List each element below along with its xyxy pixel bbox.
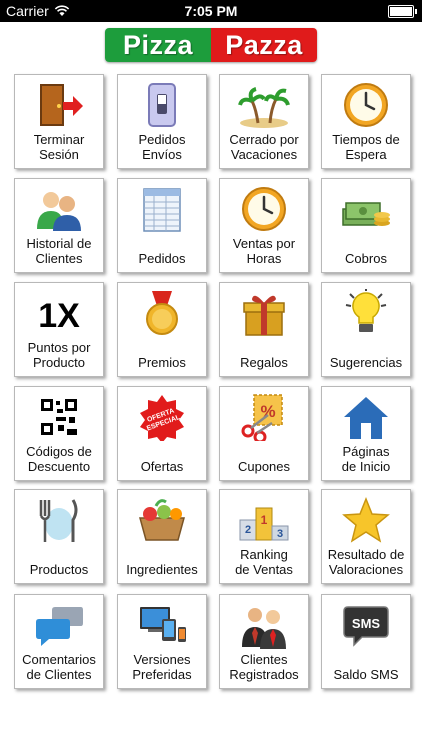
menu-tile-17[interactable]: Productos: [14, 489, 104, 584]
menu-tile-12[interactable]: Sugerencias: [321, 282, 411, 377]
menu-tile-3[interactable]: Cerrado por Vacaciones: [219, 74, 309, 169]
logo-part-2: Pazza: [211, 28, 317, 62]
switch-icon: [134, 80, 190, 130]
battery-icon: [388, 5, 417, 18]
home-icon: [338, 392, 394, 442]
chat-bubbles-icon: [31, 600, 87, 650]
clock-icon: [236, 184, 292, 234]
menu-tile-label: Tiempos de Espera: [332, 132, 400, 162]
svg-text:2: 2: [245, 524, 251, 536]
menu-tile-label: Cobros: [345, 251, 387, 266]
palm-island-icon: [236, 80, 292, 130]
menu-tile-label: Páginas de Inicio: [341, 444, 391, 474]
menu-tile-label: Clientes Registrados: [229, 652, 299, 682]
menu-grid: Terminar Sesión Pedidos Envíos Cerrado por…: [14, 74, 411, 690]
menu-tile-24[interactable]: SMS Saldo SMS: [321, 594, 411, 689]
menu-tile-16[interactable]: Páginas de Inicio: [321, 386, 411, 481]
star-icon: [338, 495, 394, 545]
vegetable-basket-icon: [134, 495, 190, 545]
menu-tile-label: Puntos por Producto: [27, 340, 91, 370]
menu-tile-22[interactable]: Versiones Preferidas: [117, 594, 207, 689]
one-x-text: 1X: [38, 297, 80, 335]
business-people-icon: [236, 600, 292, 650]
menu-tile-label: Ingredientes: [126, 562, 198, 577]
devices-icon: [134, 600, 190, 650]
menu-tile-10[interactable]: Premios: [117, 282, 207, 377]
offer-badge-icon: OFERTA ESPECIAL: [134, 392, 190, 442]
menu-tile-2[interactable]: Pedidos Envíos: [117, 74, 207, 169]
menu-tile-5[interactable]: Historial de Clientes: [14, 178, 104, 273]
menu-tile-label: Pedidos Envíos: [138, 132, 186, 162]
menu-tile-label: Cupones: [237, 459, 291, 474]
medal-icon: [134, 288, 190, 338]
menu-tile-6[interactable]: Pedidos: [117, 178, 207, 273]
menu-tile-label: Regalos: [240, 355, 288, 370]
menu-tile-label: Resultado de Valoraciones: [327, 547, 405, 577]
pizza-pazza-logo: Pizza Pazza: [105, 28, 317, 62]
menu-tile-7[interactable]: Ventas por Horas: [219, 178, 309, 273]
svg-text:1: 1: [261, 513, 268, 527]
menu-tile-label: Productos: [29, 562, 89, 577]
menu-tile-label: Ofertas: [140, 459, 184, 474]
menu-tile-9[interactable]: 1X Puntos por Producto: [14, 282, 104, 377]
svg-text:SMS: SMS: [352, 616, 381, 631]
status-bar: Carrier 7:05 PM: [0, 0, 422, 22]
menu-tile-label: Premios: [138, 355, 186, 370]
sms-bubble-icon: SMS: [338, 600, 394, 650]
menu-tile-label: Terminar Sesión: [33, 132, 85, 162]
menu-tile-20[interactable]: Resultado de Valoraciones: [321, 489, 411, 584]
menu-tile-label: Comentarios de Clientes: [22, 652, 96, 682]
menu-tile-label: Cerrado por Vacaciones: [229, 132, 299, 162]
menu-tile-23[interactable]: Clientes Registrados: [219, 594, 309, 689]
users-icon: [31, 184, 87, 234]
menu-tile-label: Saldo SMS: [333, 667, 399, 682]
menu-tile-11[interactable]: Regalos: [219, 282, 309, 377]
spreadsheet-icon: [134, 184, 190, 234]
clock-time: 7:05 PM: [184, 3, 238, 19]
menu-tile-18[interactable]: Ingredientes: [117, 489, 207, 584]
menu-tile-label: Historial de Clientes: [26, 236, 92, 266]
logo-part-1: Pizza: [105, 28, 211, 62]
menu-tile-label: Códigos de Descuento: [26, 444, 92, 474]
cutlery-icon: [31, 495, 87, 545]
1x-icon: 1X: [31, 288, 87, 338]
menu-tile-1[interactable]: Terminar Sesión: [14, 74, 104, 169]
menu-tile-8[interactable]: Cobros: [321, 178, 411, 273]
svg-text:3: 3: [277, 528, 283, 540]
qr-code-icon: [31, 392, 87, 442]
clock-icon: [338, 80, 394, 130]
menu-tile-label: Versiones Preferidas: [132, 652, 192, 682]
menu-tile-15[interactable]: % Cupones: [219, 386, 309, 481]
menu-tile-label: Ventas por Horas: [232, 236, 296, 266]
menu-tile-21[interactable]: Comentarios de Clientes: [14, 594, 104, 689]
menu-tile-14[interactable]: OFERTA ESPECIAL Ofertas: [117, 386, 207, 481]
menu-tile-4[interactable]: Tiempos de Espera: [321, 74, 411, 169]
menu-tile-label: Sugerencias: [329, 355, 403, 370]
menu-tile-19[interactable]: 2 1 3 Ranking de Ventas: [219, 489, 309, 584]
gift-icon: [236, 288, 292, 338]
lightbulb-icon: [338, 288, 394, 338]
coupon-scissors-icon: %: [236, 392, 292, 442]
menu-tile-13[interactable]: Códigos de Descuento: [14, 386, 104, 481]
podium-icon: 213: [236, 495, 292, 545]
menu-tile-label: Ranking de Ventas: [235, 547, 293, 577]
logout-door-icon: [31, 80, 87, 130]
menu-tile-label: Pedidos: [138, 251, 186, 266]
money-icon: [338, 184, 394, 234]
